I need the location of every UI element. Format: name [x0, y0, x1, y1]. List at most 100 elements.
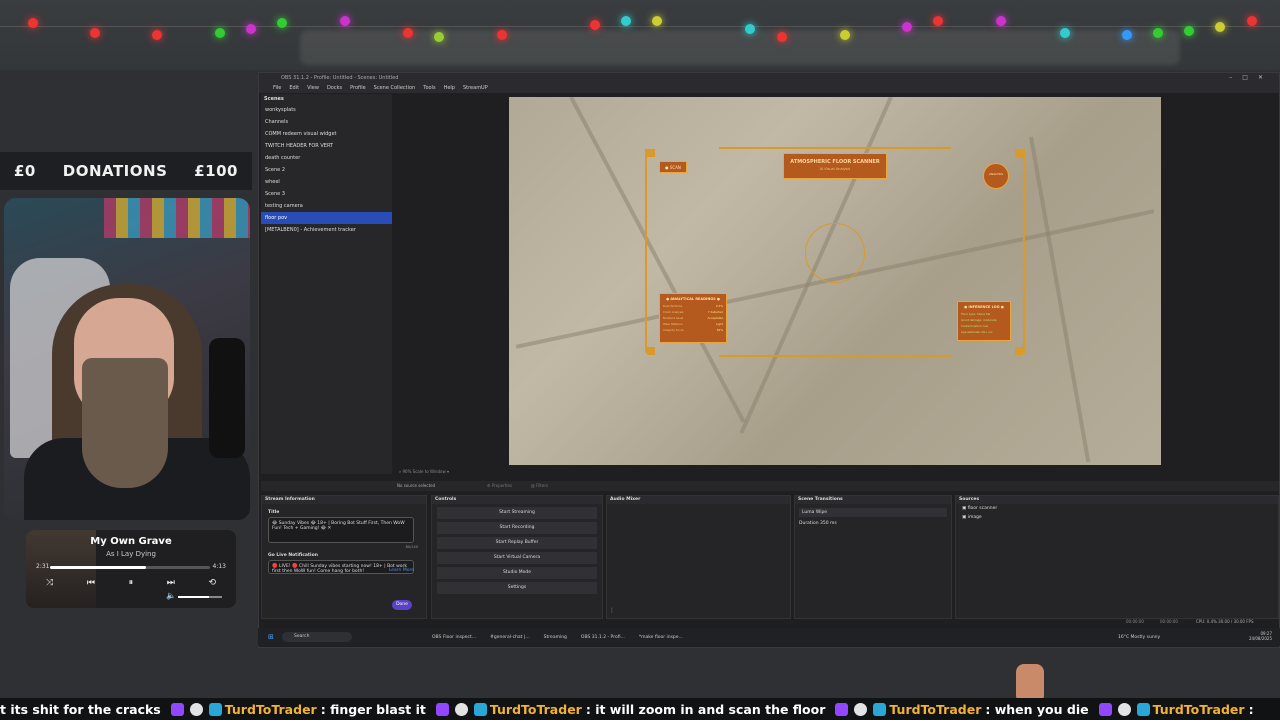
- light-bulb: [1153, 28, 1163, 38]
- scene-item[interactable]: wonkysplats: [261, 104, 392, 116]
- start-replay-buffer-button[interactable]: Start Replay Buffer: [437, 537, 597, 549]
- menu-scene-collection[interactable]: Scene Collection: [374, 83, 416, 93]
- light-bulb: [1184, 26, 1194, 36]
- light-bulb: [215, 28, 225, 38]
- reading-label: Dust Particles: [663, 304, 683, 308]
- scene-item[interactable]: Scene 3: [261, 188, 392, 200]
- light-bulb: [403, 28, 413, 38]
- menu-docks[interactable]: Docks: [327, 83, 342, 93]
- stream-information-dock: Stream Information Title 😂 Sunday Vibes …: [261, 495, 427, 619]
- controls-dock: Controls Start Streaming Start Recording…: [431, 495, 603, 619]
- chat-message: : finger blast it: [320, 701, 426, 717]
- light-bulb: [840, 30, 850, 40]
- stream-title-input[interactable]: 😂 Sunday Vibes 😂 18+ | Boring Bot Stuff …: [268, 517, 414, 543]
- source-item[interactable]: ▣ floor scanner: [956, 504, 1278, 513]
- transitions-header: Scene Transitions: [795, 496, 951, 504]
- crown-icon: [208, 702, 222, 716]
- scene-item[interactable]: wheel: [261, 176, 392, 188]
- system-clock[interactable]: 09:27 24/08/2025: [1249, 631, 1272, 641]
- previous-icon[interactable]: ⏮: [87, 578, 95, 588]
- reading-label: Integrity Score: [663, 328, 684, 332]
- crown-icon: [473, 702, 487, 716]
- sources-dock: Sources ▣ floor scanner ▣ image: [955, 495, 1279, 619]
- taskbar-app[interactable]: Streaming: [544, 635, 567, 640]
- left-panel-title: ● ANALYTICAL READINGS ●: [666, 297, 720, 301]
- progress-track[interactable]: [50, 566, 210, 569]
- minimize-icon[interactable]: –: [1229, 74, 1242, 81]
- inference-line: Age estimate: 20+ yrs: [961, 330, 993, 334]
- taskbar-app[interactable]: OBS 31.1.2 - Profi...: [581, 635, 625, 640]
- badge-icon: [189, 702, 203, 716]
- learn-more-link[interactable]: Learn More: [389, 568, 414, 573]
- light-bulb: [434, 32, 444, 42]
- start-streaming-button[interactable]: Start Streaming: [437, 507, 597, 519]
- start-recording-button[interactable]: Start Recording: [437, 522, 597, 534]
- maximize-icon[interactable]: □: [1242, 74, 1258, 81]
- reading-row: Integrity Score 82%: [663, 328, 723, 332]
- repeat-icon[interactable]: ⟲: [208, 578, 216, 588]
- menu-edit[interactable]: Edit: [289, 83, 299, 93]
- scene-item[interactable]: Scene 2: [261, 164, 392, 176]
- taskbar-app[interactable]: #general-chat |...: [490, 635, 530, 640]
- menu-file[interactable]: File: [273, 83, 281, 93]
- properties-button[interactable]: ⚙ Properties: [487, 481, 512, 491]
- done-button[interactable]: Done: [392, 600, 412, 610]
- audio-mixer-dock: Audio Mixer ⋮: [606, 495, 791, 619]
- scene-item[interactable]: Channels: [261, 116, 392, 128]
- pause-icon[interactable]: ⏸: [129, 578, 134, 588]
- menu-view[interactable]: View: [307, 83, 319, 93]
- taskbar-app[interactable]: OBS Floor inspect...: [432, 635, 476, 640]
- shuffle-icon[interactable]: ⤨: [46, 578, 53, 588]
- close-icon[interactable]: ✕: [1258, 74, 1273, 81]
- time-current: 2:31: [36, 563, 50, 570]
- duration-input[interactable]: 350 ms: [820, 521, 837, 526]
- source-item[interactable]: ▣ image: [956, 513, 1278, 522]
- scene-preview[interactable]: ATMOSPHERIC FLOOR SCANNER AI Visual Anal…: [509, 97, 1161, 465]
- taskbar-app[interactable]: *make floor inspe...: [639, 635, 683, 640]
- song-title: My Own Grave: [90, 536, 172, 547]
- scene-item[interactable]: COMM redeem visual widget: [261, 128, 392, 140]
- light-bulb: [152, 30, 162, 40]
- duration-label: Duration: [799, 521, 819, 526]
- next-icon[interactable]: ⏭: [167, 578, 175, 588]
- blurred-region: [300, 30, 1180, 65]
- volume-slider[interactable]: [178, 596, 222, 598]
- windows-taskbar: ⊞ Search OBS Floor inspect... #general-c…: [258, 628, 1280, 646]
- scene-item-active[interactable]: floor pov: [261, 212, 392, 224]
- light-bulb: [621, 16, 631, 26]
- filters-label: Filters: [536, 483, 549, 488]
- chat-ticker: t its shit for the cracks TurdToTrader :…: [0, 698, 1280, 720]
- filters-button[interactable]: ▥ Filters: [531, 481, 548, 491]
- window-buttons: –□✕: [1229, 73, 1273, 83]
- scene-item[interactable]: testing camera: [261, 200, 392, 212]
- weather-widget[interactable]: 16°C Mostly sunny: [1118, 635, 1160, 640]
- scene-item[interactable]: TWITCH HEADER FOR VERT: [261, 140, 392, 152]
- inference-line: Grout damage: moderate: [961, 318, 997, 322]
- start-icon[interactable]: ⊞: [268, 633, 274, 641]
- reading-label: Crack Analysis: [663, 310, 684, 314]
- mixer-menu-icon[interactable]: ⋮: [609, 607, 615, 614]
- menu-streamup[interactable]: StreamUP: [463, 83, 488, 93]
- volume-fill: [178, 596, 209, 598]
- menu-tools[interactable]: Tools: [423, 83, 435, 93]
- start-virtual-camera-button[interactable]: Start Virtual Camera: [437, 552, 597, 564]
- volume-icon[interactable]: 🔈: [166, 591, 176, 600]
- studio-mode-button[interactable]: Studio Mode: [437, 567, 597, 579]
- obs-titlebar: OBS 31.1.2 - Profile: Untitled - Scenes:…: [259, 73, 1279, 83]
- menu-profile[interactable]: Profile: [350, 83, 366, 93]
- webcam-feed: [4, 198, 250, 520]
- settings-button[interactable]: Settings: [437, 582, 597, 594]
- donations-bar: £0 DONATIONS £100: [0, 152, 252, 190]
- reading-value: 82%: [716, 328, 723, 332]
- light-bulb: [902, 22, 912, 32]
- scene-item[interactable]: death counter: [261, 152, 392, 164]
- bunting-banner: [104, 198, 250, 238]
- scene-item[interactable]: [METALBEN0] - Achievement tracker: [261, 224, 392, 236]
- hud-corner: [647, 149, 655, 157]
- transition-select[interactable]: Luma Wipe: [799, 508, 947, 517]
- menu-help[interactable]: Help: [444, 83, 455, 93]
- light-bulb: [340, 16, 350, 26]
- obs-window: OBS 31.1.2 - Profile: Untitled - Scenes:…: [258, 72, 1280, 648]
- scene-transitions-dock: Scene Transitions Luma Wipe Duration 350…: [794, 495, 952, 619]
- taskbar-search[interactable]: Search: [282, 632, 352, 642]
